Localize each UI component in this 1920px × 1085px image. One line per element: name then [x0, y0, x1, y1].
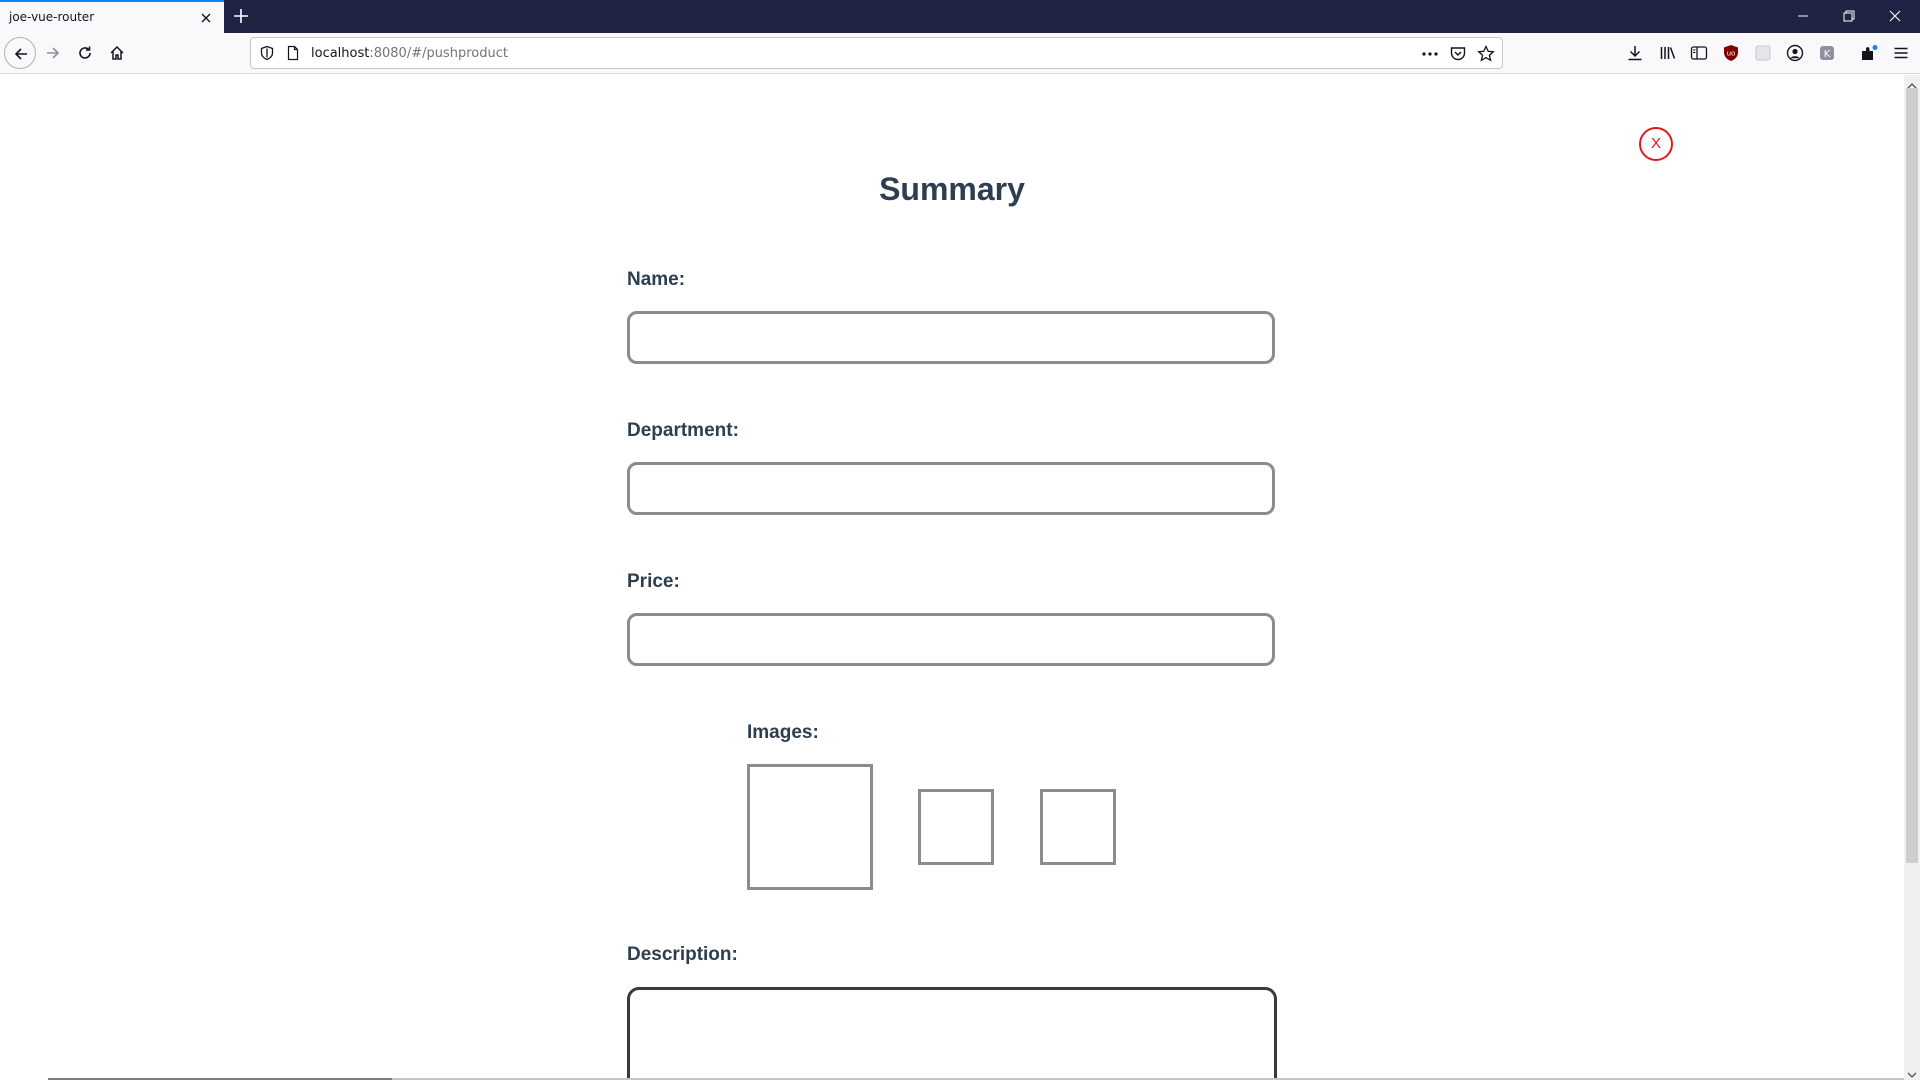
svg-text:K: K — [1824, 49, 1831, 60]
arrow-left-icon[interactable] — [4, 37, 36, 69]
name-label: Name: — [627, 269, 686, 290]
close-icon[interactable] — [196, 8, 216, 28]
plus-icon[interactable] — [231, 6, 251, 26]
account-icon[interactable] — [1786, 44, 1804, 62]
close-button[interactable]: X — [1639, 127, 1673, 161]
scroll-up-icon[interactable] — [1907, 78, 1917, 89]
url-path: :8080/#/pushproduct — [369, 46, 508, 61]
library-icon[interactable] — [1659, 44, 1677, 62]
minimize-icon[interactable] — [1780, 4, 1826, 28]
price-input[interactable] — [627, 613, 1275, 666]
browser-tab-active[interactable]: joe-vue-router — [0, 0, 224, 33]
download-icon[interactable] — [1626, 44, 1644, 62]
image-slot-2[interactable] — [918, 789, 994, 865]
page-icon[interactable] — [285, 45, 301, 61]
extension-icon[interactable] — [1754, 44, 1772, 62]
star-icon[interactable] — [1477, 44, 1495, 63]
ublock-icon[interactable]: uo — [1722, 44, 1740, 62]
page-scrollbar[interactable] — [1904, 75, 1920, 1080]
reload-icon[interactable] — [69, 37, 101, 69]
tab-title: joe-vue-router — [9, 10, 95, 24]
hamburger-menu-icon[interactable] — [1892, 44, 1910, 62]
svg-text:uo: uo — [1727, 50, 1736, 58]
browser-toolbar: localhost:8080/#/pushproduct uo K — [0, 33, 1920, 74]
page-content: X Summary Name: Department: Price: Image… — [0, 75, 1904, 1080]
restore-icon[interactable] — [1826, 4, 1872, 28]
url-bar[interactable]: localhost:8080/#/pushproduct — [250, 37, 1503, 69]
sidebar-icon[interactable] — [1690, 44, 1708, 62]
description-label: Description: — [627, 944, 738, 965]
extension-icon[interactable]: K — [1818, 44, 1836, 62]
pocket-icon[interactable] — [1449, 45, 1467, 63]
scroll-down-icon[interactable] — [1907, 1067, 1917, 1078]
scrollbar-thumb[interactable] — [1906, 88, 1918, 863]
image-slot-main[interactable] — [747, 764, 873, 890]
window-close-icon[interactable] — [1872, 4, 1918, 28]
department-input[interactable] — [627, 462, 1275, 515]
url-host: localhost — [311, 46, 370, 61]
description-textarea[interactable] — [627, 987, 1277, 1080]
browser-titlebar: joe-vue-router — [0, 0, 1920, 33]
home-icon[interactable] — [101, 37, 133, 69]
arrow-right-icon[interactable] — [37, 37, 69, 69]
shield-icon[interactable] — [259, 45, 275, 61]
department-label: Department: — [627, 420, 739, 441]
ellipsis-icon[interactable] — [1421, 45, 1439, 63]
price-label: Price: — [627, 571, 680, 592]
page-title: Summary — [879, 171, 1025, 207]
name-input[interactable] — [627, 311, 1275, 364]
url-text: localhost:8080/#/pushproduct — [311, 46, 508, 61]
image-slot-3[interactable] — [1040, 789, 1116, 865]
images-label: Images: — [747, 722, 819, 743]
puzzle-icon[interactable] — [1860, 44, 1878, 62]
